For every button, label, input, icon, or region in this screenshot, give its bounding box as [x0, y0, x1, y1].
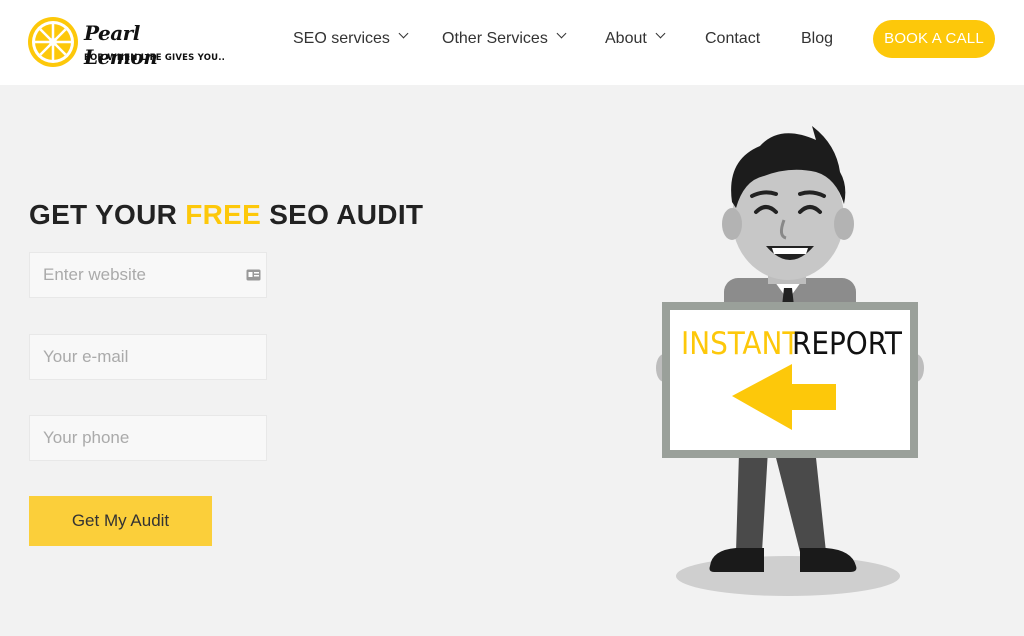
email-field — [29, 334, 267, 380]
businessman-illustration: INSTANT REPORT — [656, 126, 924, 596]
nav-item-label: SEO services — [293, 30, 390, 47]
website-input[interactable] — [30, 253, 266, 297]
nav-item-label: About — [605, 30, 647, 47]
nav-item-about[interactable]: About — [605, 28, 666, 49]
nav-item-blog[interactable]: Blog — [801, 29, 833, 49]
get-my-audit-button[interactable]: Get My Audit — [29, 496, 212, 546]
nav-item-label: Blog — [801, 30, 834, 47]
phone-input[interactable] — [30, 416, 266, 460]
site-header: Pearl Lemon FOR WHEN LIFE GIVES YOU.. SE… — [0, 0, 1024, 85]
nav-item-seo-services[interactable]: SEO services — [293, 28, 409, 49]
brand-tagline: FOR WHEN LIFE GIVES YOU.. — [84, 53, 226, 63]
headline-prefix: GET YOUR — [29, 199, 186, 230]
nav-item-contact[interactable]: Contact — [705, 29, 760, 49]
chevron-down-icon — [556, 28, 567, 39]
phone-field — [29, 415, 267, 461]
contact-card-icon — [246, 269, 261, 281]
nav-item-other-services[interactable]: Other Services — [442, 28, 567, 49]
email-input[interactable] — [30, 335, 266, 379]
sign-word-instant: INSTANT — [681, 326, 800, 362]
headline-suffix: SEO AUDIT — [261, 199, 424, 230]
chevron-down-icon — [398, 28, 409, 39]
book-a-call-button[interactable]: BOOK A CALL — [873, 20, 995, 58]
nav-item-label: Contact — [705, 30, 761, 47]
chevron-down-icon — [655, 28, 666, 39]
page-title: GET YOUR FREE SEO AUDIT — [29, 199, 423, 231]
sign-word-report: REPORT — [792, 326, 903, 362]
website-field — [29, 252, 267, 298]
headline-highlight: FREE — [185, 199, 262, 230]
main-nav: SEO services Other Services About Contac… — [0, 28, 1024, 53]
nav-item-label: Other Services — [442, 30, 548, 47]
